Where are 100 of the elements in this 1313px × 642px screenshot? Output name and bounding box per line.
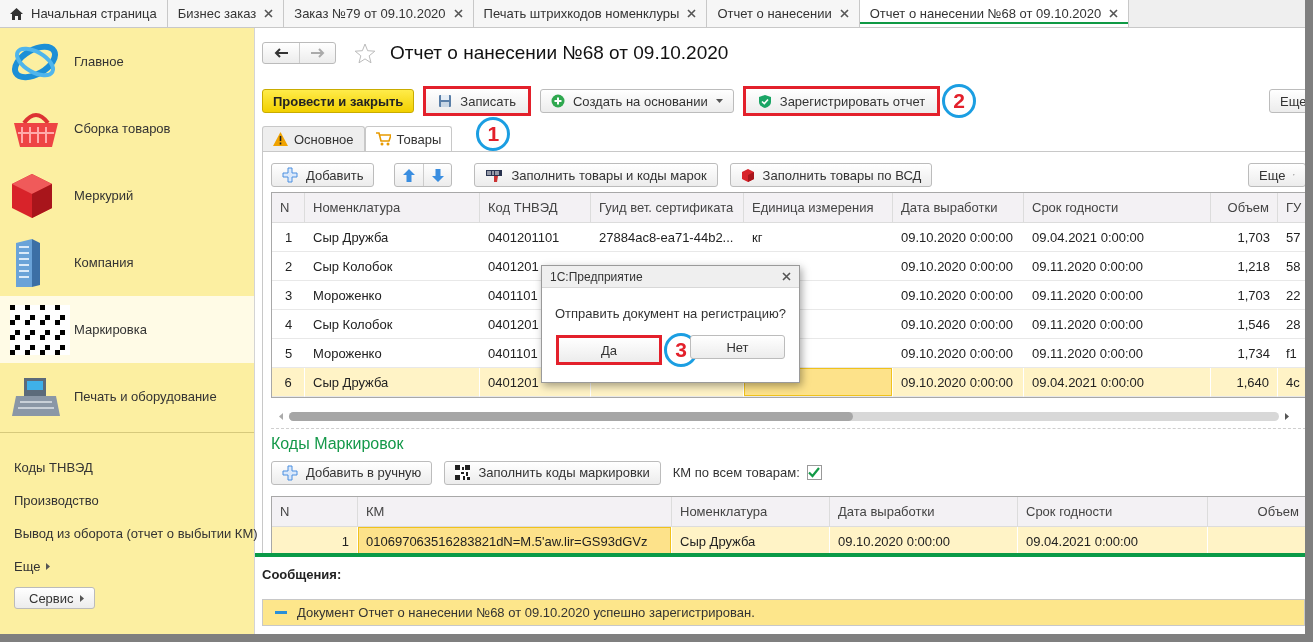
column-header[interactable]: Гуид вет. сертификата bbox=[591, 193, 744, 223]
toolbar-button[interactable]: Заполнить товары и коды марок bbox=[474, 163, 718, 187]
section-item[interactable]: Печать и оборудование bbox=[0, 363, 254, 430]
table-cell: 09.10.2020 0:00:00 bbox=[893, 223, 1024, 252]
table-cell: 1,218 bbox=[1211, 252, 1278, 281]
scroll-right-icon[interactable] bbox=[1285, 412, 1289, 420]
plus-icon bbox=[282, 464, 298, 481]
column-header[interactable]: Объем bbox=[1211, 193, 1278, 223]
table-cell: 1,640 bbox=[1211, 368, 1278, 397]
document-tab[interactable]: Начальная страница bbox=[0, 0, 168, 27]
document-tab[interactable]: Печать штрихкодов номенклуры bbox=[473, 0, 708, 27]
table-cell: 09.11.2020 0:00:00 bbox=[1024, 281, 1211, 310]
column-header[interactable]: Дата выработки bbox=[830, 497, 1018, 527]
table-cell: 1 bbox=[272, 527, 358, 553]
table-cell: 09.04.2021 0:00:00 bbox=[1018, 527, 1208, 553]
table-cell: Сыр Колобок bbox=[305, 252, 480, 281]
table-cell: 09.04.2021 0:00:00 bbox=[1024, 223, 1211, 252]
column-header[interactable]: Единица измерения bbox=[744, 193, 893, 223]
toolbar-button[interactable]: Заполнить товары по ВСД bbox=[729, 163, 933, 187]
section-item[interactable]: Меркурий bbox=[0, 162, 254, 229]
dialog-button[interactable]: Нет bbox=[690, 335, 785, 359]
column-header[interactable]: Срок годности bbox=[1018, 497, 1208, 527]
more-link[interactable]: Еще bbox=[14, 550, 51, 583]
column-header[interactable]: Срок годности bbox=[1024, 193, 1211, 223]
table-cell: 3 bbox=[272, 281, 305, 310]
column-header[interactable]: Дата выработки bbox=[893, 193, 1024, 223]
sidebar-link[interactable]: Коды ТНВЭД bbox=[14, 451, 93, 484]
caret-icon bbox=[79, 594, 84, 602]
home-icon bbox=[10, 7, 23, 20]
table-cell: 09.10.2020 0:00:00 bbox=[893, 310, 1024, 339]
checkbox[interactable] bbox=[806, 465, 822, 480]
table-cell: 57 bbox=[1278, 223, 1305, 252]
table-cell: 4c bbox=[1278, 368, 1305, 397]
close-icon[interactable] bbox=[264, 9, 274, 18]
column-header[interactable]: N bbox=[272, 497, 358, 527]
table-cell: 28 bbox=[1278, 310, 1305, 339]
close-icon[interactable] bbox=[782, 272, 791, 281]
table-cell: 1,546 bbox=[1211, 310, 1278, 339]
document-tab[interactable]: Отчет о нанесении bbox=[707, 0, 860, 27]
column-header[interactable]: N bbox=[272, 193, 305, 223]
table-cell: 09.10.2020 0:00:00 bbox=[893, 281, 1024, 310]
table-cell: 1 bbox=[272, 223, 305, 252]
up-arrow-icon bbox=[403, 168, 416, 182]
more-button[interactable]: Еще bbox=[1248, 163, 1305, 187]
section-item[interactable]: Маркировка bbox=[0, 296, 254, 363]
close-icon[interactable] bbox=[453, 9, 463, 18]
column-header[interactable]: Номенклатура bbox=[672, 497, 830, 527]
warning-icon bbox=[273, 132, 288, 146]
section-item[interactable]: Сборка товаров bbox=[0, 95, 254, 162]
message-text: Документ Отчет о нанесении №68 от 09.10.2020 успешно зарегистрирован. bbox=[297, 605, 755, 620]
table-cell: 09.10.2020 0:00:00 bbox=[893, 368, 1024, 397]
table-cell: 09.04.2021 0:00:00 bbox=[1024, 368, 1211, 397]
callout-number: 1 bbox=[476, 117, 511, 151]
caret-icon bbox=[46, 563, 51, 570]
toolbar-button[interactable]: Заполнить коды маркировки bbox=[444, 460, 661, 485]
cart-icon bbox=[375, 132, 391, 146]
sidebar-link[interactable]: Производство bbox=[14, 484, 99, 517]
close-icon[interactable] bbox=[687, 9, 697, 18]
callout-number: 2 bbox=[942, 84, 977, 118]
column-header[interactable]: ГУ bbox=[1278, 193, 1305, 223]
cube-icon bbox=[10, 171, 54, 220]
horizontal-scrollbar[interactable] bbox=[279, 410, 1289, 422]
document-tab[interactable]: Бизнес заказ bbox=[167, 0, 285, 27]
service-button[interactable]: Сервис bbox=[14, 587, 95, 609]
section-item[interactable]: Главное bbox=[0, 28, 254, 95]
document-tab[interactable]: Заказ №79 от 09.10.2020 bbox=[284, 0, 474, 27]
table-cell: 0401201101 bbox=[480, 223, 591, 252]
column-header[interactable]: Код ТНВЭД bbox=[480, 193, 591, 223]
column-header[interactable]: Номенклатура bbox=[305, 193, 480, 223]
section-item[interactable]: Компания bbox=[0, 229, 254, 296]
section-title: Коды Маркировок bbox=[271, 435, 405, 454]
column-header[interactable]: КМ bbox=[358, 497, 672, 527]
toolbar-button[interactable]: Создать на основании bbox=[539, 89, 734, 113]
document-tab[interactable]: Отчет о нанесении №68 от 09.10.2020 bbox=[859, 0, 1130, 27]
table-cell: 27884ac8-ea71-44b2... bbox=[591, 223, 744, 252]
plus-circle-icon bbox=[550, 94, 565, 108]
add-button[interactable]: Добавить bbox=[271, 163, 375, 187]
table-cell: 22 bbox=[1278, 281, 1305, 310]
forward-arrow-icon bbox=[310, 48, 325, 58]
more-button[interactable]: Еще bbox=[1269, 89, 1305, 113]
close-icon[interactable] bbox=[839, 9, 849, 18]
toolbar-button[interactable]: Добавить в ручную bbox=[271, 460, 433, 485]
table-cell: Сыр Дружба bbox=[305, 223, 480, 252]
column-header[interactable]: Объем bbox=[1208, 497, 1305, 527]
table-cell: 010697063516283821dN=M.5'aw.lir=GS93dGVz bbox=[358, 527, 672, 553]
table-cell: Сыр Дружба bbox=[672, 527, 830, 553]
star-icon[interactable] bbox=[354, 42, 376, 64]
form-tab[interactable]: Товары bbox=[364, 126, 453, 151]
box-icon bbox=[740, 167, 755, 183]
form-tab[interactable]: Основное bbox=[262, 126, 365, 151]
messages-title: Сообщения: bbox=[261, 567, 343, 584]
table-cell: Сыр Колобок bbox=[305, 310, 480, 339]
sidebar-link[interactable]: Вывод из оборота (отчет о выбытии КМ) bbox=[14, 517, 258, 550]
table-cell: 09.10.2020 0:00:00 bbox=[830, 527, 1018, 553]
scanner-icon bbox=[485, 168, 504, 182]
table-cell: 4 bbox=[272, 310, 305, 339]
table-cell: кг bbox=[744, 223, 893, 252]
close-icon[interactable] bbox=[1109, 9, 1119, 18]
toolbar-button[interactable]: Провести и закрыть bbox=[262, 89, 415, 113]
table-cell: 09.11.2020 0:00:00 bbox=[1024, 252, 1211, 281]
